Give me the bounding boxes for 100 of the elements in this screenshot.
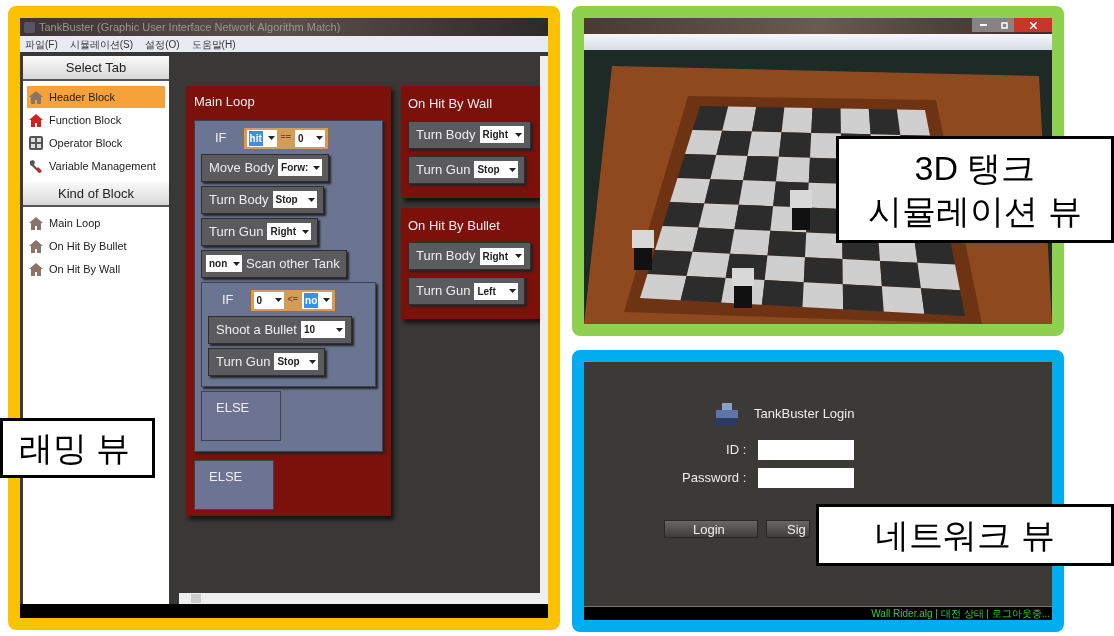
caret-icon <box>509 289 517 293</box>
horizontal-scrollbar[interactable] <box>179 593 548 604</box>
grid-icon <box>29 136 43 150</box>
caret-icon <box>335 327 343 332</box>
block-label: Turn Gun <box>209 222 264 241</box>
dropdown[interactable]: Right <box>479 247 524 265</box>
block-label: Turn Body <box>209 190 269 209</box>
app-icon <box>24 21 35 33</box>
block-label: Scan other Tank <box>246 254 340 273</box>
house-icon <box>29 90 43 104</box>
block-label: Turn Gun <box>416 160 471 179</box>
caret-icon <box>274 298 282 302</box>
caret-icon <box>514 132 522 137</box>
if-block[interactable]: IF 0 <= no Shoot a Bullet 10 Turn Gun Stop <box>201 281 376 387</box>
caret-icon <box>313 165 321 170</box>
menu-item[interactable]: 도움말(H) <box>191 36 236 52</box>
menu-item[interactable]: 파일(F) <box>25 36 58 52</box>
house-icon <box>29 113 43 127</box>
dropdown[interactable]: Stop <box>274 353 319 370</box>
minimize-button[interactable] <box>972 18 994 32</box>
window-title: TankBuster (Graphic User Interface Network Algorithm Match) <box>39 19 341 35</box>
caret-icon <box>267 136 275 140</box>
status-text: Wall Rider.alg | 대전 상태 | 로그아웃중... <box>871 607 1050 621</box>
caret-icon <box>302 229 310 234</box>
action-block[interactable]: Turn Gun Left <box>408 277 526 305</box>
sidebar-item[interactable]: Operator Block <box>27 132 165 154</box>
if-label: IF <box>215 129 227 148</box>
field-label: ID : <box>725 441 747 460</box>
input-field[interactable] <box>758 468 855 488</box>
action-block[interactable]: Turn Gun Right <box>201 217 319 246</box>
operator-label: == <box>280 131 292 145</box>
callout-label: 3D 탱크 시뮬레이션 뷰 <box>836 136 1114 243</box>
action-block[interactable]: Shoot a Bullet 10 <box>208 315 352 344</box>
block-label: Move Body <box>209 158 275 177</box>
caret-icon <box>309 359 317 364</box>
menu-item[interactable]: 설정(O) <box>145 36 180 52</box>
operator-label: <= <box>287 293 299 307</box>
scroll-thumb[interactable] <box>191 594 201 603</box>
action-block[interactable]: Turn Body Right <box>408 120 531 149</box>
block-label: Shoot a Bullet <box>216 320 297 339</box>
action-block[interactable]: Move Body Forw: <box>201 153 330 182</box>
panel-title: Main Loop <box>194 93 256 111</box>
dropdown[interactable]: Left <box>474 282 519 300</box>
caret-icon <box>316 136 324 140</box>
sidebar-header: Kind of Block <box>23 182 169 207</box>
panel-title: On Hit By Bullet <box>408 216 501 235</box>
tank-icon <box>712 400 740 428</box>
else-block[interactable]: ELSE <box>201 390 281 441</box>
sidebar-item[interactable]: Main Loop <box>27 212 165 234</box>
wrench-icon <box>29 159 43 173</box>
login-button[interactable]: Sig <box>766 520 810 538</box>
dropdown[interactable]: 0 <box>295 129 326 147</box>
maximize-icon <box>1000 21 1008 29</box>
caret-icon <box>307 197 315 202</box>
input-field[interactable] <box>758 440 855 460</box>
menu-item[interactable]: 시뮬레이션(S) <box>69 36 134 52</box>
dropdown[interactable]: 0 <box>253 291 284 309</box>
maximize-button[interactable] <box>994 18 1014 32</box>
scan-block[interactable]: non Scan other Tank <box>201 249 347 278</box>
dropdown[interactable]: Right <box>479 126 524 143</box>
sidebar-item[interactable]: On Hit By Bullet <box>27 235 165 257</box>
if-label: IF <box>222 291 234 310</box>
caret-icon <box>509 167 517 172</box>
else-block[interactable]: ELSE <box>194 459 274 510</box>
vertical-scrollbar[interactable] <box>540 56 548 593</box>
login-title: TankBuster Login <box>754 405 855 424</box>
close-icon <box>1029 21 1037 29</box>
action-block[interactable]: Turn Body Stop <box>201 185 324 214</box>
sidebar-item[interactable]: Header Block <box>27 86 165 108</box>
house-icon <box>29 239 43 253</box>
block-label: Turn Gun <box>416 282 471 301</box>
callout-label: 네트워크 뷰 <box>816 504 1114 566</box>
house-icon <box>29 262 43 276</box>
caret-icon <box>514 254 522 258</box>
caret-icon <box>233 261 240 266</box>
dropdown[interactable]: Forw: <box>278 159 323 176</box>
block-label: Turn Gun <box>216 352 271 371</box>
minimize-icon <box>979 24 987 26</box>
block-label: Turn Body <box>416 125 476 144</box>
close-button[interactable] <box>1014 18 1052 32</box>
sidebar-item[interactable]: Variable Management <box>27 155 165 177</box>
callout-label: 래밍 뷰 <box>0 418 155 478</box>
action-block[interactable]: Turn Gun Stop <box>208 347 326 376</box>
dropdown[interactable]: non <box>206 255 242 272</box>
field-label: Password : <box>682 469 747 488</box>
dropdown[interactable]: Stop <box>474 161 519 178</box>
if-block[interactable]: IF hit == 0 Move Body Forw: Turn Body Stop Turn Gun Right non Scan other Tank IF 0 <= no Shoot a Bullet 10 Turn Gun Stop ELSE <box>194 119 383 452</box>
login-button[interactable]: Login <box>664 520 758 538</box>
caret-icon <box>323 298 331 302</box>
action-block[interactable]: Turn Body Right <box>408 242 531 270</box>
panel-title: On Hit By Wall <box>408 95 494 113</box>
house-icon <box>29 216 43 230</box>
block-label: Turn Body <box>416 247 476 266</box>
sidebar-header: Select Tab <box>23 56 169 81</box>
dropdown[interactable]: Right <box>267 223 312 240</box>
sidebar-item[interactable]: Function Block <box>27 109 165 131</box>
dropdown[interactable]: 10 <box>300 321 345 338</box>
action-block[interactable]: Turn Gun Stop <box>408 155 526 184</box>
dropdown[interactable]: Stop <box>272 191 317 208</box>
sidebar-item[interactable]: On Hit By Wall <box>27 258 165 280</box>
